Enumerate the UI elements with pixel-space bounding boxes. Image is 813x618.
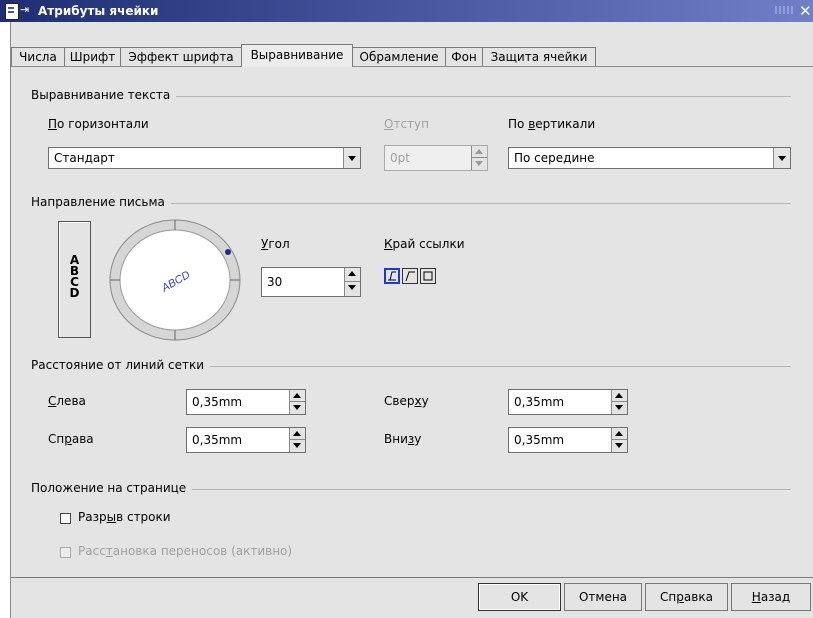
tab-cell-protection[interactable]: Защита ячейки [482, 47, 596, 66]
edge-inside-icon [423, 271, 433, 281]
dial-handle[interactable] [225, 249, 231, 255]
spin-down-icon[interactable] [345, 282, 360, 294]
spacing-left-spinbox[interactable]: 0,35mm [186, 389, 306, 415]
divider [11, 577, 813, 578]
angle-spin-buttons[interactable] [344, 268, 360, 296]
vertical-alignment-select[interactable]: По середине [508, 147, 791, 169]
spacing-top-spinbox[interactable]: 0,35mm [508, 389, 628, 415]
spin-up-icon[interactable] [345, 268, 360, 282]
spacing-right-label: Справа [48, 432, 94, 446]
tab-numbers[interactable]: Числа [11, 47, 65, 66]
spin-up-icon [472, 146, 487, 158]
spin-up-icon[interactable] [290, 428, 305, 440]
angle-value: 30 [267, 275, 283, 289]
spin-down-icon[interactable] [290, 402, 305, 414]
spacing-bottom-value: 0,35mm [514, 433, 565, 447]
spin-buttons[interactable] [289, 390, 305, 414]
spacing-right-value: 0,35mm [192, 433, 243, 447]
angle-label: Угол [261, 237, 290, 251]
horizontal-label: По горизонтали [48, 117, 149, 131]
titlebar-grip [775, 6, 795, 14]
wrap-lines-checkbox[interactable] [60, 513, 71, 524]
tab-font-effects[interactable]: Эффект шрифта [120, 47, 242, 66]
tab-borders[interactable]: Обрамление [352, 47, 446, 66]
spacing-bottom-label: Внизу [384, 432, 422, 446]
text-direction-group-title: Направление письма [31, 195, 171, 209]
cancel-button[interactable]: Отмена [564, 583, 642, 611]
help-button[interactable]: Справка [645, 583, 728, 611]
spacing-left-value: 0,35mm [192, 395, 243, 409]
title-bar[interactable]: ⇥ Атрибуты ячейки ✕ [0, 0, 813, 22]
spin-up-icon[interactable] [290, 390, 305, 402]
spin-down-icon[interactable] [612, 402, 627, 414]
close-icon[interactable]: ✕ [799, 2, 812, 20]
spin-buttons[interactable] [289, 428, 305, 452]
spacing-top-value: 0,35mm [514, 395, 565, 409]
spin-buttons[interactable] [611, 390, 627, 414]
reference-edge-inside-button[interactable] [420, 268, 436, 284]
reference-edge-label: Край ссылки [384, 237, 465, 251]
tab-underline [11, 66, 813, 67]
tab-font[interactable]: Шрифт [64, 47, 121, 66]
indent-spinbox: 0pt [384, 145, 488, 171]
chevron-down-icon[interactable] [343, 148, 360, 168]
vertical-label: По вертикали [508, 117, 596, 131]
page-position-group-title: Положение на странице [31, 481, 193, 495]
cell-attributes-dialog: Числа Шрифт Эффект шрифта Выравнивание О… [10, 22, 813, 618]
indent-label: Отступ [384, 117, 429, 131]
hyphenation-label: Расстановка переносов (активно) [78, 544, 293, 558]
spin-up-icon[interactable] [612, 390, 627, 402]
rotation-dial[interactable]: ABCD [105, 215, 245, 345]
spin-down-icon [472, 158, 487, 170]
spacing-right-spinbox[interactable]: 0,35mm [186, 427, 306, 453]
edge-bottom-icon [388, 271, 396, 281]
spacing-bottom-spinbox[interactable]: 0,35mm [508, 427, 628, 453]
spin-down-icon[interactable] [612, 440, 627, 452]
text-alignment-group-title: Выравнивание текста [31, 88, 177, 102]
vertical-alignment-value: По середине [514, 151, 595, 165]
grid-spacing-group-title: Расстояние от линий сетки [31, 358, 211, 372]
tab-bar: Числа Шрифт Эффект шрифта Выравнивание О… [11, 44, 813, 67]
ok-button[interactable]: OK [478, 583, 561, 611]
pin-icon[interactable]: ⇥ [20, 3, 29, 16]
tab-alignment[interactable]: Выравнивание [241, 44, 353, 67]
hyphenation-checkbox [60, 547, 71, 558]
reference-edge-top-button[interactable] [402, 268, 418, 284]
indent-value: 0pt [390, 151, 410, 165]
edge-top-icon [405, 271, 415, 282]
spacing-left-label: Слева [48, 394, 86, 408]
angle-spinbox[interactable]: 30 [261, 267, 361, 297]
window-title: Атрибуты ячейки [38, 4, 159, 18]
horizontal-alignment-value: Стандарт [54, 151, 115, 165]
spacing-top-label: Сверху [384, 394, 429, 408]
stacked-letter: D [69, 286, 80, 300]
spin-buttons[interactable] [611, 428, 627, 452]
indent-spin-buttons [471, 146, 487, 170]
tab-background[interactable]: Фон [445, 47, 483, 66]
chevron-down-icon[interactable] [773, 148, 790, 168]
spin-down-icon[interactable] [290, 440, 305, 452]
wrap-lines-label[interactable]: Разрыв строки [78, 510, 171, 524]
vertical-stacked-text-button[interactable]: A B C D [58, 221, 91, 338]
reference-edge-bottom-button[interactable] [384, 268, 400, 284]
document-icon [5, 3, 19, 20]
horizontal-alignment-select[interactable]: Стандарт [48, 147, 361, 169]
back-button[interactable]: Назад [731, 583, 811, 611]
spin-up-icon[interactable] [612, 428, 627, 440]
